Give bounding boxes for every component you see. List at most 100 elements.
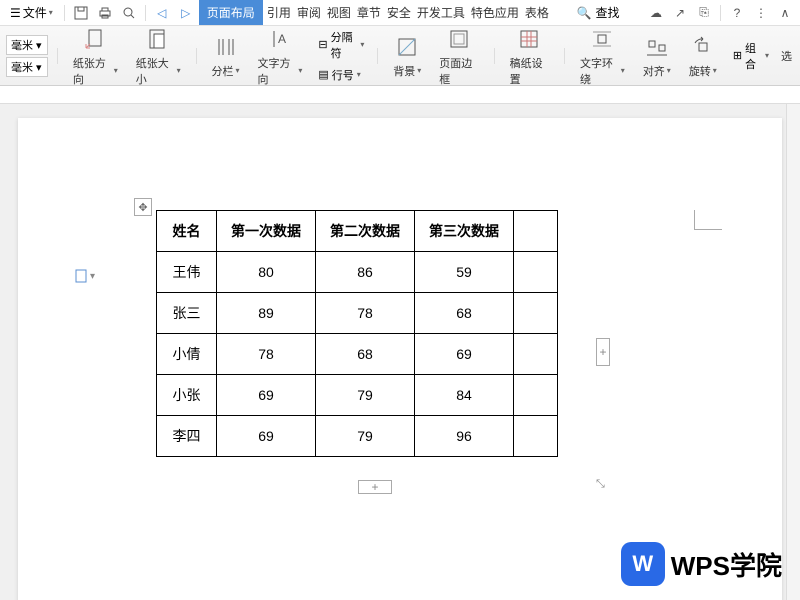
background-button[interactable]: 背景▾: [387, 31, 427, 81]
table-header-row: 姓名 第一次数据 第二次数据 第三次数据: [157, 211, 558, 252]
print-icon[interactable]: [94, 2, 116, 24]
paragraph-mark[interactable]: ▾: [74, 268, 95, 284]
group-button[interactable]: ⊞组合▾: [729, 38, 773, 74]
table-cell[interactable]: 78: [217, 334, 316, 375]
col-name[interactable]: 姓名: [157, 211, 217, 252]
rotate-button[interactable]: 旋转▾: [683, 31, 723, 81]
preview-icon[interactable]: [118, 2, 140, 24]
page-size-icon: [144, 25, 172, 53]
text-wrap-button[interactable]: 文字环绕▾: [574, 23, 631, 89]
table-cell[interactable]: 68: [415, 293, 514, 334]
tab-dev-tools[interactable]: 开发工具: [415, 0, 467, 25]
divider: [196, 48, 197, 64]
table-row: 王伟808659: [157, 252, 558, 293]
text-direction-icon: A: [266, 25, 294, 53]
divider: [720, 5, 721, 21]
table-cell[interactable]: 68: [316, 334, 415, 375]
separator-button[interactable]: ⊟分隔符▾: [314, 27, 368, 63]
tab-view[interactable]: 视图: [325, 0, 353, 25]
rotate-icon: [689, 33, 717, 61]
orientation-icon: [81, 25, 109, 53]
tab-page-layout[interactable]: 页面布局: [199, 0, 263, 25]
table-cell[interactable]: 69: [217, 375, 316, 416]
unit-top[interactable]: 毫米 ▾: [6, 35, 48, 55]
table-cell[interactable]: 张三: [157, 293, 217, 334]
table-cell[interactable]: [514, 375, 558, 416]
group-select: ⊞组合▾: [729, 38, 773, 74]
draft-icon: [515, 25, 543, 53]
table-cell[interactable]: 李四: [157, 416, 217, 457]
collapse-icon[interactable]: ∧: [774, 2, 796, 24]
page-corner-mark: [694, 210, 722, 230]
chevron-down-icon: ▾: [49, 8, 53, 17]
col-data3[interactable]: 第三次数据: [415, 211, 514, 252]
divider: [145, 5, 146, 21]
columns-icon: [212, 33, 240, 61]
table-cell[interactable]: 84: [415, 375, 514, 416]
table-row: 小张697984: [157, 375, 558, 416]
tab-table[interactable]: 表格: [523, 0, 551, 25]
col-empty[interactable]: [514, 211, 558, 252]
file-menu[interactable]: ☰ 文件 ▾: [4, 2, 59, 23]
page-size-button[interactable]: 纸张大小▾: [130, 23, 187, 89]
more-icon[interactable]: ⋮: [750, 2, 772, 24]
col-data2[interactable]: 第二次数据: [316, 211, 415, 252]
nav-back-icon[interactable]: ◁: [151, 2, 173, 24]
table-cell[interactable]: 78: [316, 293, 415, 334]
ribbon: 毫米 ▾ 毫米 ▾ 纸张方向▾ 纸张大小▾ 分栏▾ A 文字方向▾ ⊟分隔符▾ …: [0, 26, 800, 86]
export-icon[interactable]: ⎘: [693, 2, 715, 24]
table-resize-handle[interactable]: ⤡: [596, 478, 605, 491]
share-icon[interactable]: ↗: [669, 2, 691, 24]
table-cell[interactable]: 96: [415, 416, 514, 457]
table-cell[interactable]: 69: [415, 334, 514, 375]
align-button[interactable]: 对齐▾: [637, 31, 677, 81]
table-cell[interactable]: 小张: [157, 375, 217, 416]
table-cell[interactable]: [514, 416, 558, 457]
separator-group: ⊟分隔符▾ ▤行号▾: [314, 27, 368, 85]
table-cell[interactable]: 89: [217, 293, 316, 334]
tab-chapter[interactable]: 章节: [355, 0, 383, 25]
table-cell[interactable]: 80: [217, 252, 316, 293]
margin-units: 毫米 ▾ 毫米 ▾: [6, 35, 48, 77]
table-move-handle[interactable]: ✥: [134, 198, 152, 216]
tab-review[interactable]: 审阅: [295, 0, 323, 25]
table-cell[interactable]: 小倩: [157, 334, 217, 375]
nav-forward-icon[interactable]: ▷: [175, 2, 197, 24]
svg-text:A: A: [278, 32, 286, 46]
table-cell[interactable]: [514, 293, 558, 334]
draft-paper-button[interactable]: 稿纸设置: [504, 23, 555, 89]
table-cell[interactable]: 59: [415, 252, 514, 293]
line-number-button[interactable]: ▤行号▾: [314, 65, 368, 85]
col-data1[interactable]: 第一次数据: [217, 211, 316, 252]
table-cell[interactable]: 79: [316, 375, 415, 416]
tab-security[interactable]: 安全: [385, 0, 413, 25]
table-cell[interactable]: 69: [217, 416, 316, 457]
vertical-scrollbar[interactable]: [786, 104, 800, 600]
save-icon[interactable]: [70, 2, 92, 24]
cloud-icon[interactable]: ☁: [645, 2, 667, 24]
table-cell[interactable]: 79: [316, 416, 415, 457]
table-cell[interactable]: [514, 252, 558, 293]
horizontal-ruler[interactable]: [0, 86, 800, 104]
text-direction-button[interactable]: A 文字方向▾: [252, 23, 309, 89]
table-cell[interactable]: [514, 334, 558, 375]
table-cell[interactable]: 王伟: [157, 252, 217, 293]
add-column-button[interactable]: +: [596, 338, 610, 366]
page-border-button[interactable]: 页面边框: [433, 23, 484, 89]
search-label: 查找: [595, 4, 619, 21]
orientation-button[interactable]: 纸张方向▾: [67, 23, 124, 89]
hamburger-icon: ☰: [10, 6, 21, 20]
tab-references[interactable]: 引用: [265, 0, 293, 25]
search-button[interactable]: 🔍 查找: [570, 4, 625, 21]
wrap-icon: [588, 25, 616, 53]
select-button[interactable]: 选: [779, 46, 794, 66]
table-row: 张三897868: [157, 293, 558, 334]
help-icon[interactable]: ?: [726, 2, 748, 24]
divider: [564, 48, 565, 64]
data-table[interactable]: 姓名 第一次数据 第二次数据 第三次数据 王伟808659张三897868小倩7…: [156, 210, 558, 457]
tab-special[interactable]: 特色应用: [469, 0, 521, 25]
add-row-button[interactable]: +: [358, 480, 392, 494]
columns-button[interactable]: 分栏▾: [206, 31, 246, 81]
unit-bottom[interactable]: 毫米 ▾: [6, 57, 48, 77]
table-cell[interactable]: 86: [316, 252, 415, 293]
